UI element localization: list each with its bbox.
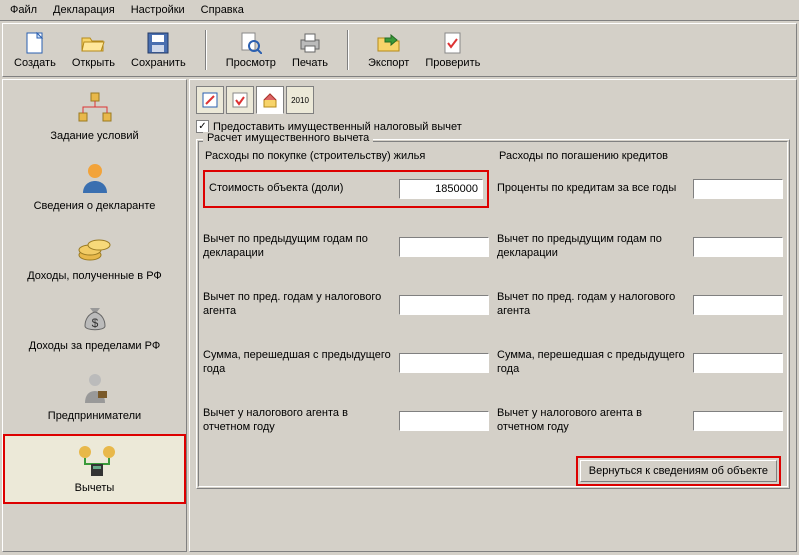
sidebar-label: Задание условий (7, 130, 182, 142)
agent-current-input[interactable] (399, 411, 489, 431)
purchase-column: Расходы по покупке (строительству) жилья… (203, 150, 489, 482)
credit-prev-decl-row: Вычет по предыдущим годам по декларации (497, 228, 783, 266)
object-cost-row: Стоимость объекта (доли) (203, 170, 489, 208)
sidebar-label: Доходы, полученные в РФ (7, 270, 182, 282)
prev-years-decl-row: Вычет по предыдущим годам по декларации (203, 228, 489, 266)
businessman-icon (75, 370, 115, 406)
new-file-icon (23, 31, 47, 55)
field-label: Сумма, перешедшая с предыдущего года (497, 349, 687, 377)
person-icon (75, 160, 115, 196)
sidebar-label: Доходы за пределами РФ (7, 340, 182, 352)
tabstrip: 2010 (196, 86, 790, 114)
menubar: Файл Декларация Настройки Справка (0, 0, 799, 21)
toolbar-print[interactable]: Печать (285, 28, 335, 72)
credit-agent-current-input[interactable] (693, 411, 783, 431)
provide-deduction-label: Предоставить имущественный налоговый выч… (213, 121, 462, 133)
toolbar-open-label: Открыть (72, 57, 115, 69)
sidebar-declarant[interactable]: Сведения о декларанте (3, 154, 186, 220)
credit-carryover-row: Сумма, перешедшая с предыдущего года (497, 344, 783, 382)
credit-prev-decl-input[interactable] (693, 237, 783, 257)
conditions-icon (75, 90, 115, 126)
prev-years-agent-input[interactable] (399, 295, 489, 315)
toolbar-create-label: Создать (14, 57, 56, 69)
toolbar-print-label: Печать (292, 57, 328, 69)
toolbar-export[interactable]: Экспорт (361, 28, 416, 72)
interest-row: Проценты по кредитам за все годы (497, 170, 783, 208)
tab-year-label: 2010 (291, 96, 309, 105)
credit-agent-current-row: Вычет у налогового агента в отчетном год… (497, 402, 783, 440)
toolbar-preview[interactable]: Просмотр (219, 28, 283, 72)
agent-current-row: Вычет у налогового агента в отчетном год… (203, 402, 489, 440)
tab-edit[interactable] (196, 86, 224, 114)
menu-file[interactable]: Файл (4, 2, 43, 18)
sidebar-income-foreign[interactable]: $ Доходы за пределами РФ (3, 294, 186, 360)
printer-icon (298, 31, 322, 55)
toolbar-check-label: Проверить (425, 57, 480, 69)
tab-year[interactable]: 2010 (286, 86, 314, 114)
field-label: Проценты по кредитам за все годы (497, 182, 687, 196)
toolbar-check[interactable]: Проверить (418, 28, 487, 72)
object-cost-input[interactable] (399, 179, 483, 199)
toolbar-open[interactable]: Открыть (65, 28, 122, 72)
credit-title: Расходы по погашению кредитов (497, 150, 783, 162)
sidebar-deductions[interactable]: Вычеты (3, 434, 186, 504)
calc-groupbox: Расчет имущественного вычета Расходы по … (196, 139, 790, 489)
back-to-object-button[interactable]: Вернуться к сведениям об объекте (580, 460, 777, 482)
field-label: Сумма, перешедшая с предыдущего года (203, 349, 393, 377)
content-pane: 2010 ✓ Предоставить имущественный налого… (189, 79, 797, 552)
sidebar-label: Сведения о декларанте (7, 200, 182, 212)
moneybag-icon: $ (75, 300, 115, 336)
carryover-input[interactable] (399, 353, 489, 373)
credit-prev-agent-input[interactable] (693, 295, 783, 315)
field-label: Вычет по пред. годам у налогового агента (497, 291, 687, 319)
field-label: Вычет по предыдущим годам по декларации (203, 233, 393, 261)
menu-declaration[interactable]: Декларация (47, 2, 121, 18)
tab-check[interactable] (226, 86, 254, 114)
export-icon (377, 31, 401, 55)
toolbar-save[interactable]: Сохранить (124, 28, 193, 72)
object-cost-label: Стоимость объекта (доли) (209, 182, 393, 196)
field-label: Вычет у налогового агента в отчетном год… (203, 407, 393, 435)
prev-years-decl-input[interactable] (399, 237, 489, 257)
credit-column: Расходы по погашению кредитов Проценты п… (497, 150, 783, 482)
credit-prev-agent-row: Вычет по пред. годам у налогового агента (497, 286, 783, 324)
svg-text:$: $ (91, 316, 98, 330)
toolbar: Создать Открыть Сохранить Просмотр (2, 23, 797, 77)
credit-carryover-input[interactable] (693, 353, 783, 373)
check-icon (441, 31, 465, 55)
sidebar-income-rf[interactable]: Доходы, полученные в РФ (3, 224, 186, 290)
toolbar-save-label: Сохранить (131, 57, 186, 69)
sidebar-label: Предприниматели (7, 410, 182, 422)
tab-house[interactable] (256, 86, 284, 114)
field-label: Вычет у налогового агента в отчетном год… (497, 407, 687, 435)
coins-icon (75, 230, 115, 266)
save-icon (146, 31, 170, 55)
purchase-title: Расходы по покупке (строительству) жилья (203, 150, 489, 162)
toolbar-export-label: Экспорт (368, 57, 409, 69)
field-label: Вычет по пред. годам у налогового агента (203, 291, 393, 319)
groupbox-title: Расчет имущественного вычета (203, 132, 373, 144)
deductions-icon (75, 442, 115, 478)
field-label: Вычет по предыдущим годам по декларации (497, 233, 687, 261)
sidebar-conditions[interactable]: Задание условий (3, 84, 186, 150)
interest-input[interactable] (693, 179, 783, 199)
magnifier-icon (239, 31, 263, 55)
carryover-row: Сумма, перешедшая с предыдущего года (203, 344, 489, 382)
folder-open-icon (81, 31, 105, 55)
prev-years-agent-row: Вычет по пред. годам у налогового агента (203, 286, 489, 324)
toolbar-preview-label: Просмотр (226, 57, 276, 69)
toolbar-create[interactable]: Создать (7, 28, 63, 72)
sidebar-entrepreneurs[interactable]: Предприниматели (3, 364, 186, 430)
menu-help[interactable]: Справка (195, 2, 250, 18)
sidebar-label: Вычеты (9, 482, 180, 494)
menu-settings[interactable]: Настройки (125, 2, 191, 18)
sidebar: Задание условий Сведения о декларанте До… (2, 79, 187, 552)
